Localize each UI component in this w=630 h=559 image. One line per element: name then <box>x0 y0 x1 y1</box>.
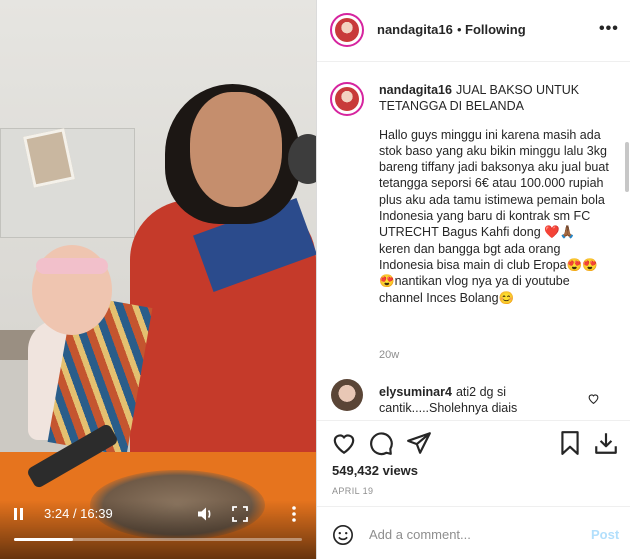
comment-item: elysuminar4 ati2 dg si cantik.....Sholehn… <box>379 384 589 416</box>
video-baby-headband <box>36 258 108 274</box>
video-woman-face <box>190 92 282 207</box>
post-header: nandagita16 • Following ••• <box>317 0 630 62</box>
avatar-image <box>335 18 359 42</box>
heart-icon[interactable] <box>331 430 357 456</box>
post-panel: nandagita16 • Following ••• nandagita16 J… <box>316 0 630 559</box>
avatar-image <box>335 87 359 111</box>
volume-icon[interactable] <box>196 505 214 523</box>
comments-scrollbar[interactable] <box>625 142 629 192</box>
video-duration: 16:39 <box>80 506 113 521</box>
fullscreen-icon[interactable] <box>232 506 248 522</box>
header-separator: • <box>457 22 462 37</box>
comment-like-icon[interactable] <box>587 392 600 405</box>
caption: nandagita16 JUAL BAKSO UNTUK TETANGGA DI … <box>379 82 611 306</box>
avatar[interactable] <box>330 13 364 47</box>
comment-icon[interactable] <box>368 430 394 456</box>
video-time: 3:24 / 16:39 <box>44 506 113 521</box>
comments-section[interactable]: nandagita16 JUAL BAKSO UNTUK TETANGGA DI … <box>317 62 630 420</box>
caption-username[interactable]: nandagita16 <box>379 83 452 97</box>
comment-input[interactable] <box>369 521 569 547</box>
video-progress-bar[interactable] <box>14 538 302 541</box>
video-player[interactable]: 3:24 / 16:39 <box>0 0 316 559</box>
more-vertical-icon[interactable] <box>286 505 302 523</box>
post-button[interactable]: Post <box>591 527 619 542</box>
video-progress-fill <box>14 538 73 541</box>
following-button[interactable]: Following <box>465 22 526 37</box>
post-date: APRIL 19 <box>332 486 374 496</box>
download-icon[interactable] <box>593 430 619 456</box>
video-current-time: 3:24 <box>44 506 70 521</box>
more-horizontal-icon[interactable]: ••• <box>599 20 619 38</box>
comment-avatar[interactable] <box>331 379 363 411</box>
bookmark-icon[interactable] <box>557 430 583 456</box>
emoji-icon[interactable] <box>332 524 354 546</box>
caption-avatar[interactable] <box>330 82 364 116</box>
comment-username[interactable]: elysuminar4 <box>379 385 452 399</box>
caption-body: Hallo guys minggu ini karena masih ada s… <box>379 127 609 305</box>
header-username[interactable]: nandagita16 <box>377 22 453 37</box>
caption-time-ago: 20w <box>379 349 400 361</box>
add-comment-bar: Post <box>317 506 630 559</box>
view-count[interactable]: 549,432 views <box>332 463 418 478</box>
pause-icon[interactable] <box>14 508 28 522</box>
share-icon[interactable] <box>406 430 432 456</box>
